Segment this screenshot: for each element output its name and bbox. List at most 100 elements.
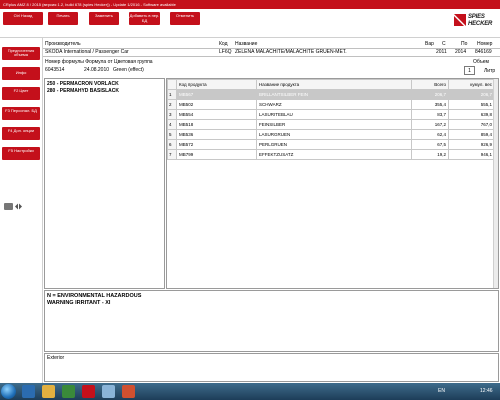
info-button[interactable]: Инфо <box>2 67 40 80</box>
personal-db-f3-button[interactable]: F3 Персонал. БД <box>2 107 40 120</box>
col-header-cumulative[interactable]: кумул. вес <box>448 79 495 90</box>
var-label: Вар <box>425 41 434 47</box>
hazard-line-1: N = ENVIRONMENTAL HAZARDOUS <box>47 293 142 299</box>
code-value: LF6Q <box>219 49 232 55</box>
add-to-personal-db-button[interactable]: Добавить в пер. БД <box>129 12 160 25</box>
cumulative-weight-cell: 946,1 <box>448 149 495 160</box>
product-name-cell: EFFEKTZUSATZ <box>256 149 412 160</box>
row-number-cell: 4 <box>167 119 177 130</box>
back-button[interactable]: Ctrl Назад <box>3 12 43 25</box>
number-label: Номер <box>477 41 493 47</box>
table-header-row: Код продукта Название продукта Всего кум… <box>167 79 495 90</box>
arrows-icon[interactable] <box>15 203 22 210</box>
product-line-tree: 250 - PERMACRON VORLACK 280 - PERMAHYD B… <box>44 78 165 289</box>
replace-button[interactable]: Заменить <box>89 12 119 25</box>
crplus-icon[interactable] <box>82 385 95 398</box>
col-header-code[interactable]: Код продукта <box>176 79 257 90</box>
formula-grid: Код продукта Название продукта Всего кум… <box>166 78 499 289</box>
total-weight-cell: 19,2 <box>411 149 449 160</box>
total-weight-cell: 206,7 <box>411 89 449 100</box>
product-name-cell: SCHWARZ <box>256 99 412 110</box>
product-code-cell: MB502 <box>176 99 257 110</box>
cumulative-weight-cell: 767,0 <box>448 119 495 130</box>
product-code-cell: MB572 <box>176 139 257 150</box>
browser-icon[interactable] <box>22 385 35 398</box>
total-weight-cell: 83,7 <box>411 109 449 120</box>
cancel-button[interactable]: Отменить <box>170 12 200 25</box>
cumulative-weight-cell: 206,7 <box>448 89 495 100</box>
settings-app-icon[interactable] <box>102 385 115 398</box>
product-code-cell: MB567 <box>176 89 257 100</box>
formula-date: 24.08.2010 <box>84 67 110 73</box>
volume-preferences-button[interactable]: Предпочтения объема <box>2 47 40 60</box>
tree-node[interactable]: 280 - PERMAHYD BASISLACK <box>47 88 119 94</box>
product-code-cell: MB554 <box>176 109 257 120</box>
clock[interactable]: 12:46 <box>480 388 493 394</box>
row-number-cell: 2 <box>167 99 177 110</box>
manufacturer-value: SKODA International / Passenger Car <box>45 49 129 55</box>
volume-label: Объем <box>473 59 489 65</box>
product-name-cell: LASURGRUEN <box>256 129 412 140</box>
spies-hecker-logo: SPIES HECKER <box>454 9 494 37</box>
row-number-cell: 1 <box>167 89 177 100</box>
brand-line-2: HECKER <box>468 21 493 27</box>
tree-node[interactable]: 250 - PERMACRON VORLACK <box>47 81 119 87</box>
total-weight-cell: 62,4 <box>411 129 449 140</box>
media-icon[interactable] <box>62 385 75 398</box>
print-button[interactable]: Печать <box>48 12 78 25</box>
to-value: 2014 <box>455 49 467 55</box>
notes-panel: Exterior <box>44 353 499 382</box>
hazard-line-2: WARNING IRRITANT - XI <box>47 300 111 306</box>
to-label: По <box>461 41 468 47</box>
hazard-info-panel: N = ENVIRONMENTAL HAZARDOUS WARNING IRRI… <box>44 290 499 352</box>
table-row[interactable]: 7 MB799 EFFEKTZUSATZ 19,2 946,1 <box>167 149 495 160</box>
row-number-cell: 7 <box>167 149 177 160</box>
product-name-cell: BRILLANTSILBER FEIN <box>256 89 412 100</box>
color-group: Green (effect) <box>113 67 144 73</box>
language-indicator[interactable]: EN <box>438 388 445 394</box>
top-toolbar: Ctrl Назад Печать Заменить Добавить в пе… <box>0 9 500 38</box>
grid-scrollbar[interactable] <box>493 79 498 288</box>
table-row[interactable]: 5 MB536 LASURGRUEN 62,4 859,4 <box>167 129 495 140</box>
folder-icon[interactable] <box>42 385 55 398</box>
cumulative-weight-cell: 555,1 <box>448 99 495 110</box>
app-icon[interactable] <box>122 385 135 398</box>
number-value: 846169 <box>475 49 492 55</box>
product-code-cell: MB536 <box>176 129 257 140</box>
volume-input[interactable]: 1 <box>464 66 475 75</box>
header-divider-2 <box>43 56 500 57</box>
from-label: С <box>442 41 446 47</box>
left-sidebar: Предпочтения объема Инфо F2 Цвет F3 Перс… <box>0 38 43 383</box>
product-name-cell: FEINSILBER <box>256 119 412 130</box>
cumulative-weight-cell: 859,4 <box>448 129 495 140</box>
name-label: Название <box>235 41 258 47</box>
start-button[interactable] <box>1 384 16 399</box>
table-row[interactable]: 2 MB502 SCHWARZ 355,4 555,1 <box>167 99 495 110</box>
window-title: CRplus AMZ 8 / 2015 (версия 1.2, build 6… <box>3 2 176 7</box>
color-f2-button[interactable]: F2 Цвет <box>2 87 40 100</box>
manufacturer-label: Производитель <box>45 41 81 47</box>
taskbar: EN 12:46 <box>0 383 500 400</box>
total-weight-cell: 167,2 <box>411 119 449 130</box>
col-header-index <box>167 79 177 90</box>
product-name-cell: PERLGRUEN <box>256 139 412 150</box>
formula-label: Номер формулы Формула от Цветовая группа <box>45 59 153 65</box>
row-number-cell: 3 <box>167 109 177 120</box>
printer-icon[interactable] <box>4 203 13 210</box>
cumulative-weight-cell: 639,8 <box>448 109 495 120</box>
total-weight-cell: 67,5 <box>411 139 449 150</box>
col-header-total[interactable]: Всего <box>411 79 449 90</box>
extra-options-f4-button[interactable]: F4 Доп. опции <box>2 127 40 140</box>
table-row[interactable]: 4 MB518 FEINSILBER 167,2 767,0 <box>167 119 495 130</box>
code-label: Код <box>219 41 228 47</box>
col-header-name[interactable]: Название продукта <box>256 79 412 90</box>
table-row[interactable]: 1 MB567 BRILLANTSILBER FEIN 206,7 206,7 <box>167 89 495 100</box>
product-code-cell: MB799 <box>176 149 257 160</box>
cumulative-weight-cell: 926,9 <box>448 139 495 150</box>
table-row[interactable]: 6 MB572 PERLGRUEN 67,5 926,9 <box>167 139 495 150</box>
table-row[interactable]: 3 MB554 LASURITEBLAU 83,7 639,8 <box>167 109 495 120</box>
product-name-cell: LASURITEBLAU <box>256 109 412 120</box>
settings-f5-button[interactable]: F5 Настройки <box>2 147 40 160</box>
from-value: 2011 <box>436 49 447 55</box>
name-value: ZELENA MALACHITE/MALACHITE GRUEN-MET. <box>235 49 347 55</box>
